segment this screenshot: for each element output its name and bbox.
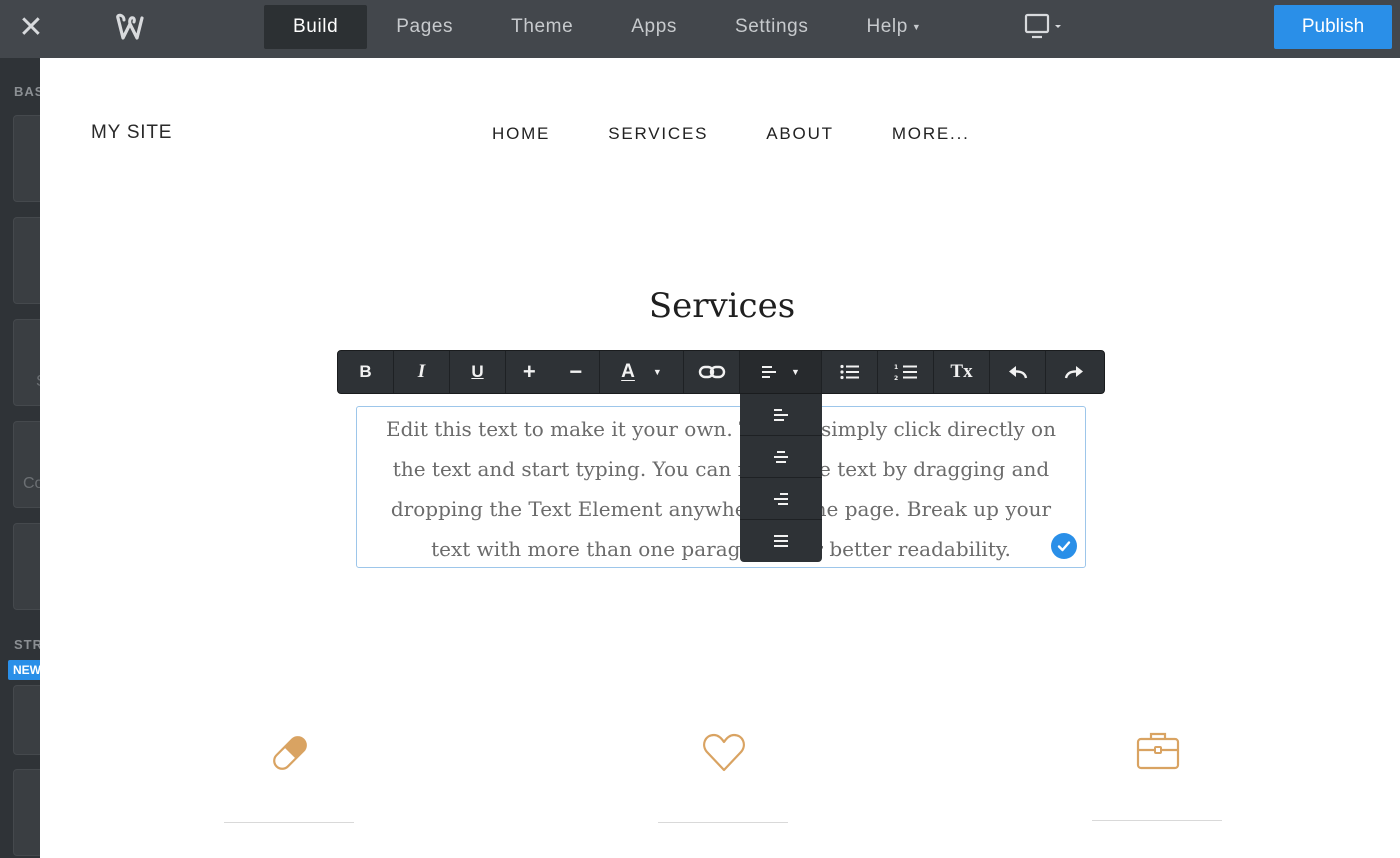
feature-column[interactable] [1092,728,1222,822]
tab-apps[interactable]: Apps [602,5,706,49]
align-right-icon [774,492,788,505]
align-button[interactable]: ▼ [740,351,822,393]
align-justify-icon [774,535,788,547]
site-nav-home[interactable]: HOME [492,124,550,144]
sidebar-element-tile[interactable] [13,217,40,304]
bullet-list-icon [839,364,859,380]
italic-button-label: I [417,361,426,382]
text-color-button[interactable]: A ▼ [600,351,684,393]
decrease-font-button[interactable]: − [553,359,600,385]
feature-divider [658,822,788,823]
numbered-list-button[interactable]: 1 2 [878,351,934,393]
feature-column[interactable] [658,730,788,824]
publish-button[interactable]: Publish [1274,5,1392,49]
bullet-list-button[interactable] [822,351,878,393]
heart-icon [703,733,745,772]
font-size-group: + − [506,351,600,393]
tab-pages[interactable]: Pages [367,5,482,49]
clear-format-label: Tx [950,361,973,382]
top-bar: ✕ Build Pages Theme Apps Settings Help ▼ … [0,0,1400,58]
page-canvas: MY SITE HOME SERVICES ABOUT MORE... Serv… [40,58,1400,858]
tab-help-label: Help [866,16,908,38]
text-line: text with more than one paragraph for be… [431,537,1011,561]
site-nav-more[interactable]: MORE... [892,124,970,144]
sidebar-section-structure: STR [14,637,40,652]
text-line: the text and start typing. You can move … [392,457,1050,481]
link-button[interactable] [684,351,740,393]
align-dropdown-menu [740,394,822,562]
redo-icon [1064,366,1083,379]
redo-button[interactable] [1046,351,1102,393]
text-element-body[interactable]: Edit this text to make it your own. To e… [357,409,1085,569]
align-center-icon [774,450,788,463]
undo-icon [1008,366,1027,379]
text-color-label: A [621,361,635,382]
check-icon [1057,541,1071,552]
top-nav: Build Pages Theme Apps Settings Help ▼ [264,5,950,49]
text-format-toolbar: B I U + − A ▼ ▼ 1 2 Tx [337,350,1105,394]
tab-apps-label: Apps [631,16,677,37]
align-center-option[interactable] [740,436,822,478]
underline-button-label: U [471,362,484,381]
tab-theme[interactable]: Theme [482,5,602,49]
sidebar-element-tile[interactable] [13,685,40,755]
text-element[interactable]: Edit this text to make it your own. To e… [356,406,1086,568]
align-left-option[interactable] [740,394,822,436]
svg-text:2: 2 [894,375,898,381]
weebly-logo-icon[interactable] [112,12,148,44]
align-left-icon [762,366,777,378]
tab-theme-label: Theme [511,16,574,37]
bold-button-label: B [359,362,372,381]
sidebar-element-tile[interactable] [13,523,40,610]
site-nav-services[interactable]: SERVICES [608,124,708,144]
feature-column[interactable] [224,730,354,824]
underline-button[interactable]: U [450,351,506,393]
element-sidebar: BAS S Co STR NEW [0,58,40,858]
tab-build[interactable]: Build [264,5,368,49]
sidebar-element-tile[interactable] [13,769,40,856]
svg-text:1: 1 [894,364,898,371]
align-right-option[interactable] [740,478,822,520]
site-nav-about[interactable]: ABOUT [766,124,834,144]
tab-pages-label: Pages [396,16,454,37]
tab-help[interactable]: Help ▼ [837,5,950,49]
tab-build-label: Build [293,16,339,37]
feature-divider [1092,820,1222,821]
feature-divider [224,822,354,823]
done-check-button[interactable] [1051,533,1077,559]
sidebar-tile-label: Co [23,475,40,492]
tab-settings[interactable]: Settings [706,5,837,49]
sidebar-element-tile[interactable]: S [13,319,40,406]
site-nav: HOME SERVICES ABOUT MORE... [492,124,1028,144]
clear-format-button[interactable]: Tx [934,351,990,393]
increase-font-button[interactable]: + [506,359,553,385]
text-line: dropping the Text Element anywhere on th… [390,497,1052,521]
briefcase-icon [1136,732,1180,770]
chevron-down-icon: ▼ [652,367,662,377]
tab-settings-label: Settings [734,16,809,37]
close-icon[interactable]: ✕ [14,12,48,46]
text-line: Edit this text to make it your own. To e… [386,417,1056,441]
sidebar-element-tile[interactable]: Co [13,421,40,508]
link-icon [698,365,725,379]
new-badge: NEW [8,660,40,680]
undo-button[interactable] [990,351,1046,393]
sidebar-element-tile[interactable] [13,115,40,202]
page-heading[interactable]: Services [40,286,1400,326]
desktop-icon[interactable] [1022,12,1068,44]
align-justify-option[interactable] [740,520,822,562]
chevron-down-icon: ▼ [791,367,800,377]
align-left-icon [774,408,788,421]
sidebar-section-basic: BAS [14,84,40,99]
bold-button[interactable]: B [338,351,394,393]
chevron-down-icon: ▼ [911,22,922,32]
numbered-list-icon: 1 2 [894,364,917,381]
italic-button[interactable]: I [394,351,450,393]
pill-icon [273,736,307,770]
site-title[interactable]: MY SITE [91,122,172,144]
